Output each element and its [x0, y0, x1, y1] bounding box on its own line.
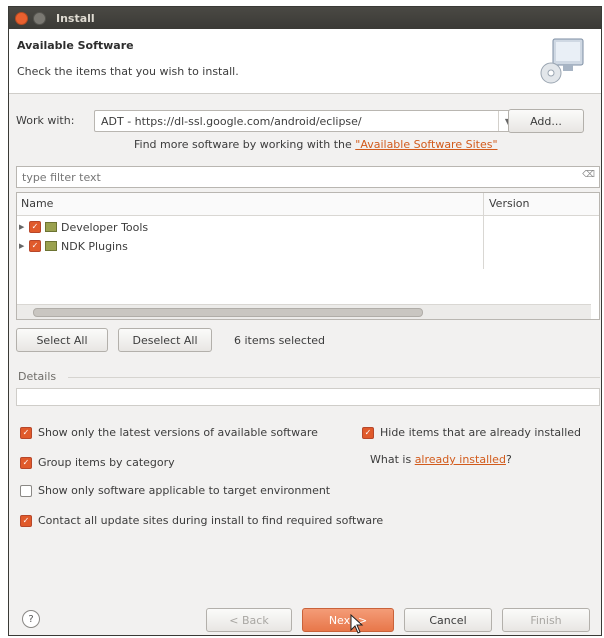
- option-label: Contact all update sites during install …: [38, 514, 384, 527]
- option-label: Hide items that are already installed: [380, 426, 582, 439]
- expand-arrow-icon[interactable]: ▶: [19, 223, 29, 231]
- what-is-installed-text: What is already installed?: [370, 453, 512, 466]
- filter-input[interactable]: [20, 170, 564, 185]
- checkbox-checked-icon[interactable]: ✓: [20, 426, 32, 439]
- details-label: Details: [18, 370, 57, 383]
- expand-arrow-icon[interactable]: ▶: [19, 242, 29, 250]
- option-group-by-category[interactable]: ✓ Group items by category: [20, 456, 175, 469]
- column-divider: [483, 193, 484, 269]
- find-more-text: Find more software by working with the "…: [134, 138, 498, 151]
- option-label: Group items by category: [38, 456, 175, 469]
- option-latest-versions[interactable]: ✓ Show only the latest versions of avail…: [20, 426, 318, 439]
- selection-count: 6 items selected: [234, 334, 326, 347]
- back-button[interactable]: < Back: [206, 608, 292, 632]
- option-label: Show only the latest versions of availab…: [38, 426, 318, 439]
- tree-item-label: NDK Plugins: [61, 239, 128, 253]
- checkbox-checked-icon[interactable]: ✓: [29, 221, 41, 233]
- available-software-sites-link[interactable]: "Available Software Sites": [355, 138, 497, 151]
- tree-row[interactable]: ▶ ✓ Developer Tools: [17, 217, 148, 237]
- column-version[interactable]: Version: [489, 197, 529, 210]
- select-all-button[interactable]: Select All: [16, 328, 108, 352]
- tree-item-label: Developer Tools: [61, 220, 149, 234]
- close-window-icon[interactable]: [15, 11, 28, 25]
- checkbox-checked-icon[interactable]: ✓: [29, 240, 41, 252]
- finish-button[interactable]: Finish: [502, 608, 590, 632]
- minimize-window-icon[interactable]: [33, 11, 46, 25]
- checkbox-checked-icon[interactable]: ✓: [20, 456, 32, 469]
- details-box: [16, 388, 600, 406]
- option-target-environment[interactable]: Show only software applicable to target …: [20, 484, 330, 497]
- dialog-header: Available Software Check the items that …: [9, 29, 601, 94]
- clear-filter-icon[interactable]: ⌫: [582, 170, 595, 180]
- checkbox-checked-icon[interactable]: ✓: [20, 514, 32, 527]
- option-hide-installed[interactable]: ✓ Hide items that are already installed: [362, 426, 581, 439]
- package-icon: [45, 241, 57, 251]
- work-with-label: Work with:: [16, 114, 75, 127]
- page-title: Available Software: [17, 39, 134, 52]
- package-icon: [45, 222, 57, 232]
- window-title: Install: [56, 11, 95, 25]
- tree-header: Name Version: [17, 193, 599, 216]
- option-contact-update-sites[interactable]: ✓ Contact all update sites during instal…: [20, 514, 383, 527]
- title-bar: Install: [9, 7, 601, 29]
- install-wizard-icon: [540, 38, 584, 84]
- work-with-value: ADT - https://dl-ssl.google.com/android/…: [101, 115, 362, 128]
- horizontal-scrollbar[interactable]: [17, 304, 591, 319]
- checkbox-unchecked-icon[interactable]: [20, 484, 32, 497]
- work-with-combo[interactable]: ADT - https://dl-ssl.google.com/android/…: [94, 110, 518, 132]
- page-description: Check the items that you wish to install…: [17, 65, 239, 78]
- what-is-prefix: What is: [370, 453, 412, 466]
- deselect-all-button[interactable]: Deselect All: [118, 328, 212, 352]
- scrollbar-thumb[interactable]: [33, 308, 423, 317]
- find-more-label: Find more software by working with the: [134, 138, 356, 151]
- help-icon[interactable]: ?: [22, 610, 40, 628]
- next-button[interactable]: Next >: [302, 608, 394, 632]
- mouse-cursor-icon: [350, 614, 364, 634]
- already-installed-link[interactable]: already installed: [415, 453, 506, 466]
- what-is-suffix: ?: [505, 453, 512, 466]
- details-separator: [68, 377, 600, 378]
- tree-row[interactable]: ▶ ✓ NDK Plugins: [17, 236, 128, 256]
- work-with-row: Work with: ADT - https://dl-ssl.google.c…: [16, 109, 592, 134]
- install-dialog: Install Available Software Check the ite…: [8, 6, 602, 636]
- checkbox-checked-icon[interactable]: ✓: [362, 426, 374, 439]
- add-site-button[interactable]: Add...: [508, 109, 584, 133]
- option-label: Show only software applicable to target …: [38, 484, 331, 497]
- software-tree: Name Version ▶ ✓ Developer Tools ▶ ✓ NDK…: [16, 192, 600, 320]
- column-name[interactable]: Name: [21, 197, 53, 210]
- filter-field[interactable]: ⌫: [16, 166, 600, 188]
- cancel-button[interactable]: Cancel: [404, 608, 492, 632]
